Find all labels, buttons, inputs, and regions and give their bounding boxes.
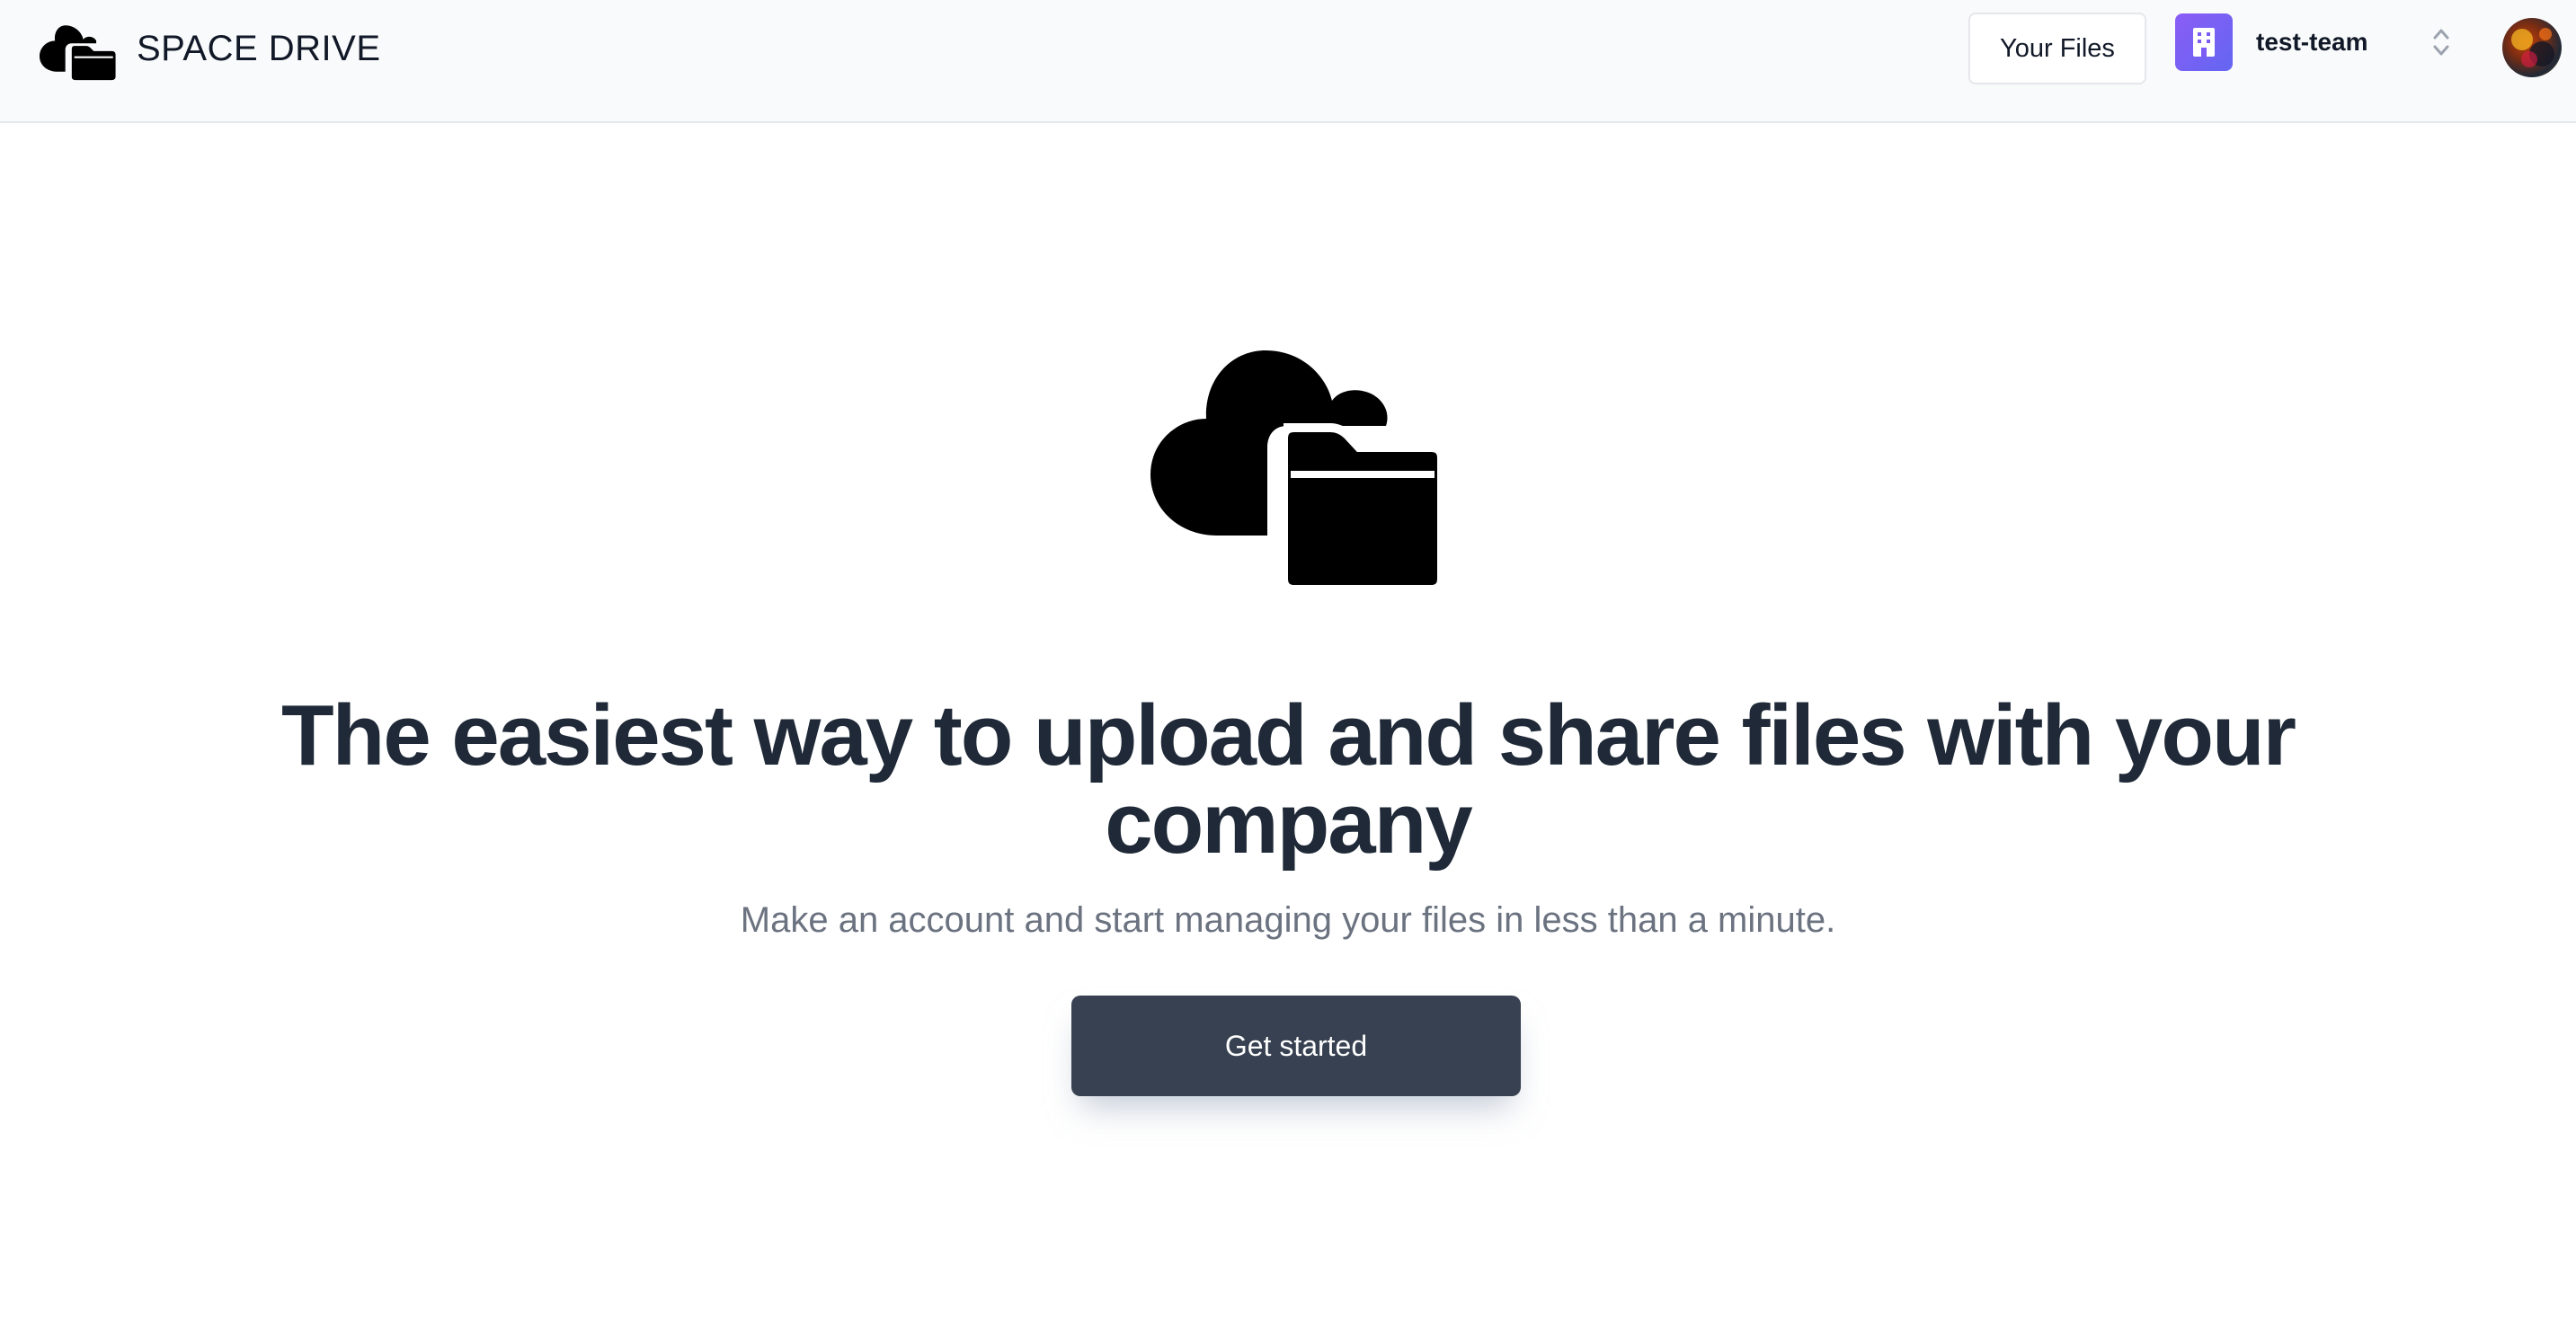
get-started-button[interactable]: Get started [1071, 996, 1521, 1096]
chevron-up-down-icon [2433, 29, 2449, 56]
avatar-image [2511, 28, 2554, 67]
cloud-folder-icon [40, 25, 116, 81]
hero-headline-line2: company [1105, 775, 1472, 872]
top-navbar: SPACE DRIVE Your Files test-team [0, 0, 2576, 123]
hero-subtitle: Make an account and start managing your … [740, 900, 1836, 940]
building-icon [2193, 28, 2215, 57]
brand-name: SPACE DRIVE [137, 28, 381, 68]
team-badge [2175, 13, 2233, 71]
hero-headline: The easiest way to upload and share file… [0, 692, 2576, 868]
team-name: test-team [2256, 28, 2368, 56]
cloud-folder-icon [1150, 350, 1443, 593]
team-switcher[interactable]: test-team [2175, 13, 2472, 72]
user-avatar[interactable] [2502, 18, 2562, 77]
brand[interactable]: SPACE DRIVE [40, 16, 381, 81]
hero-headline-line1: The easiest way to upload and share file… [281, 687, 2296, 784]
your-files-button[interactable]: Your Files [1968, 13, 2146, 84]
